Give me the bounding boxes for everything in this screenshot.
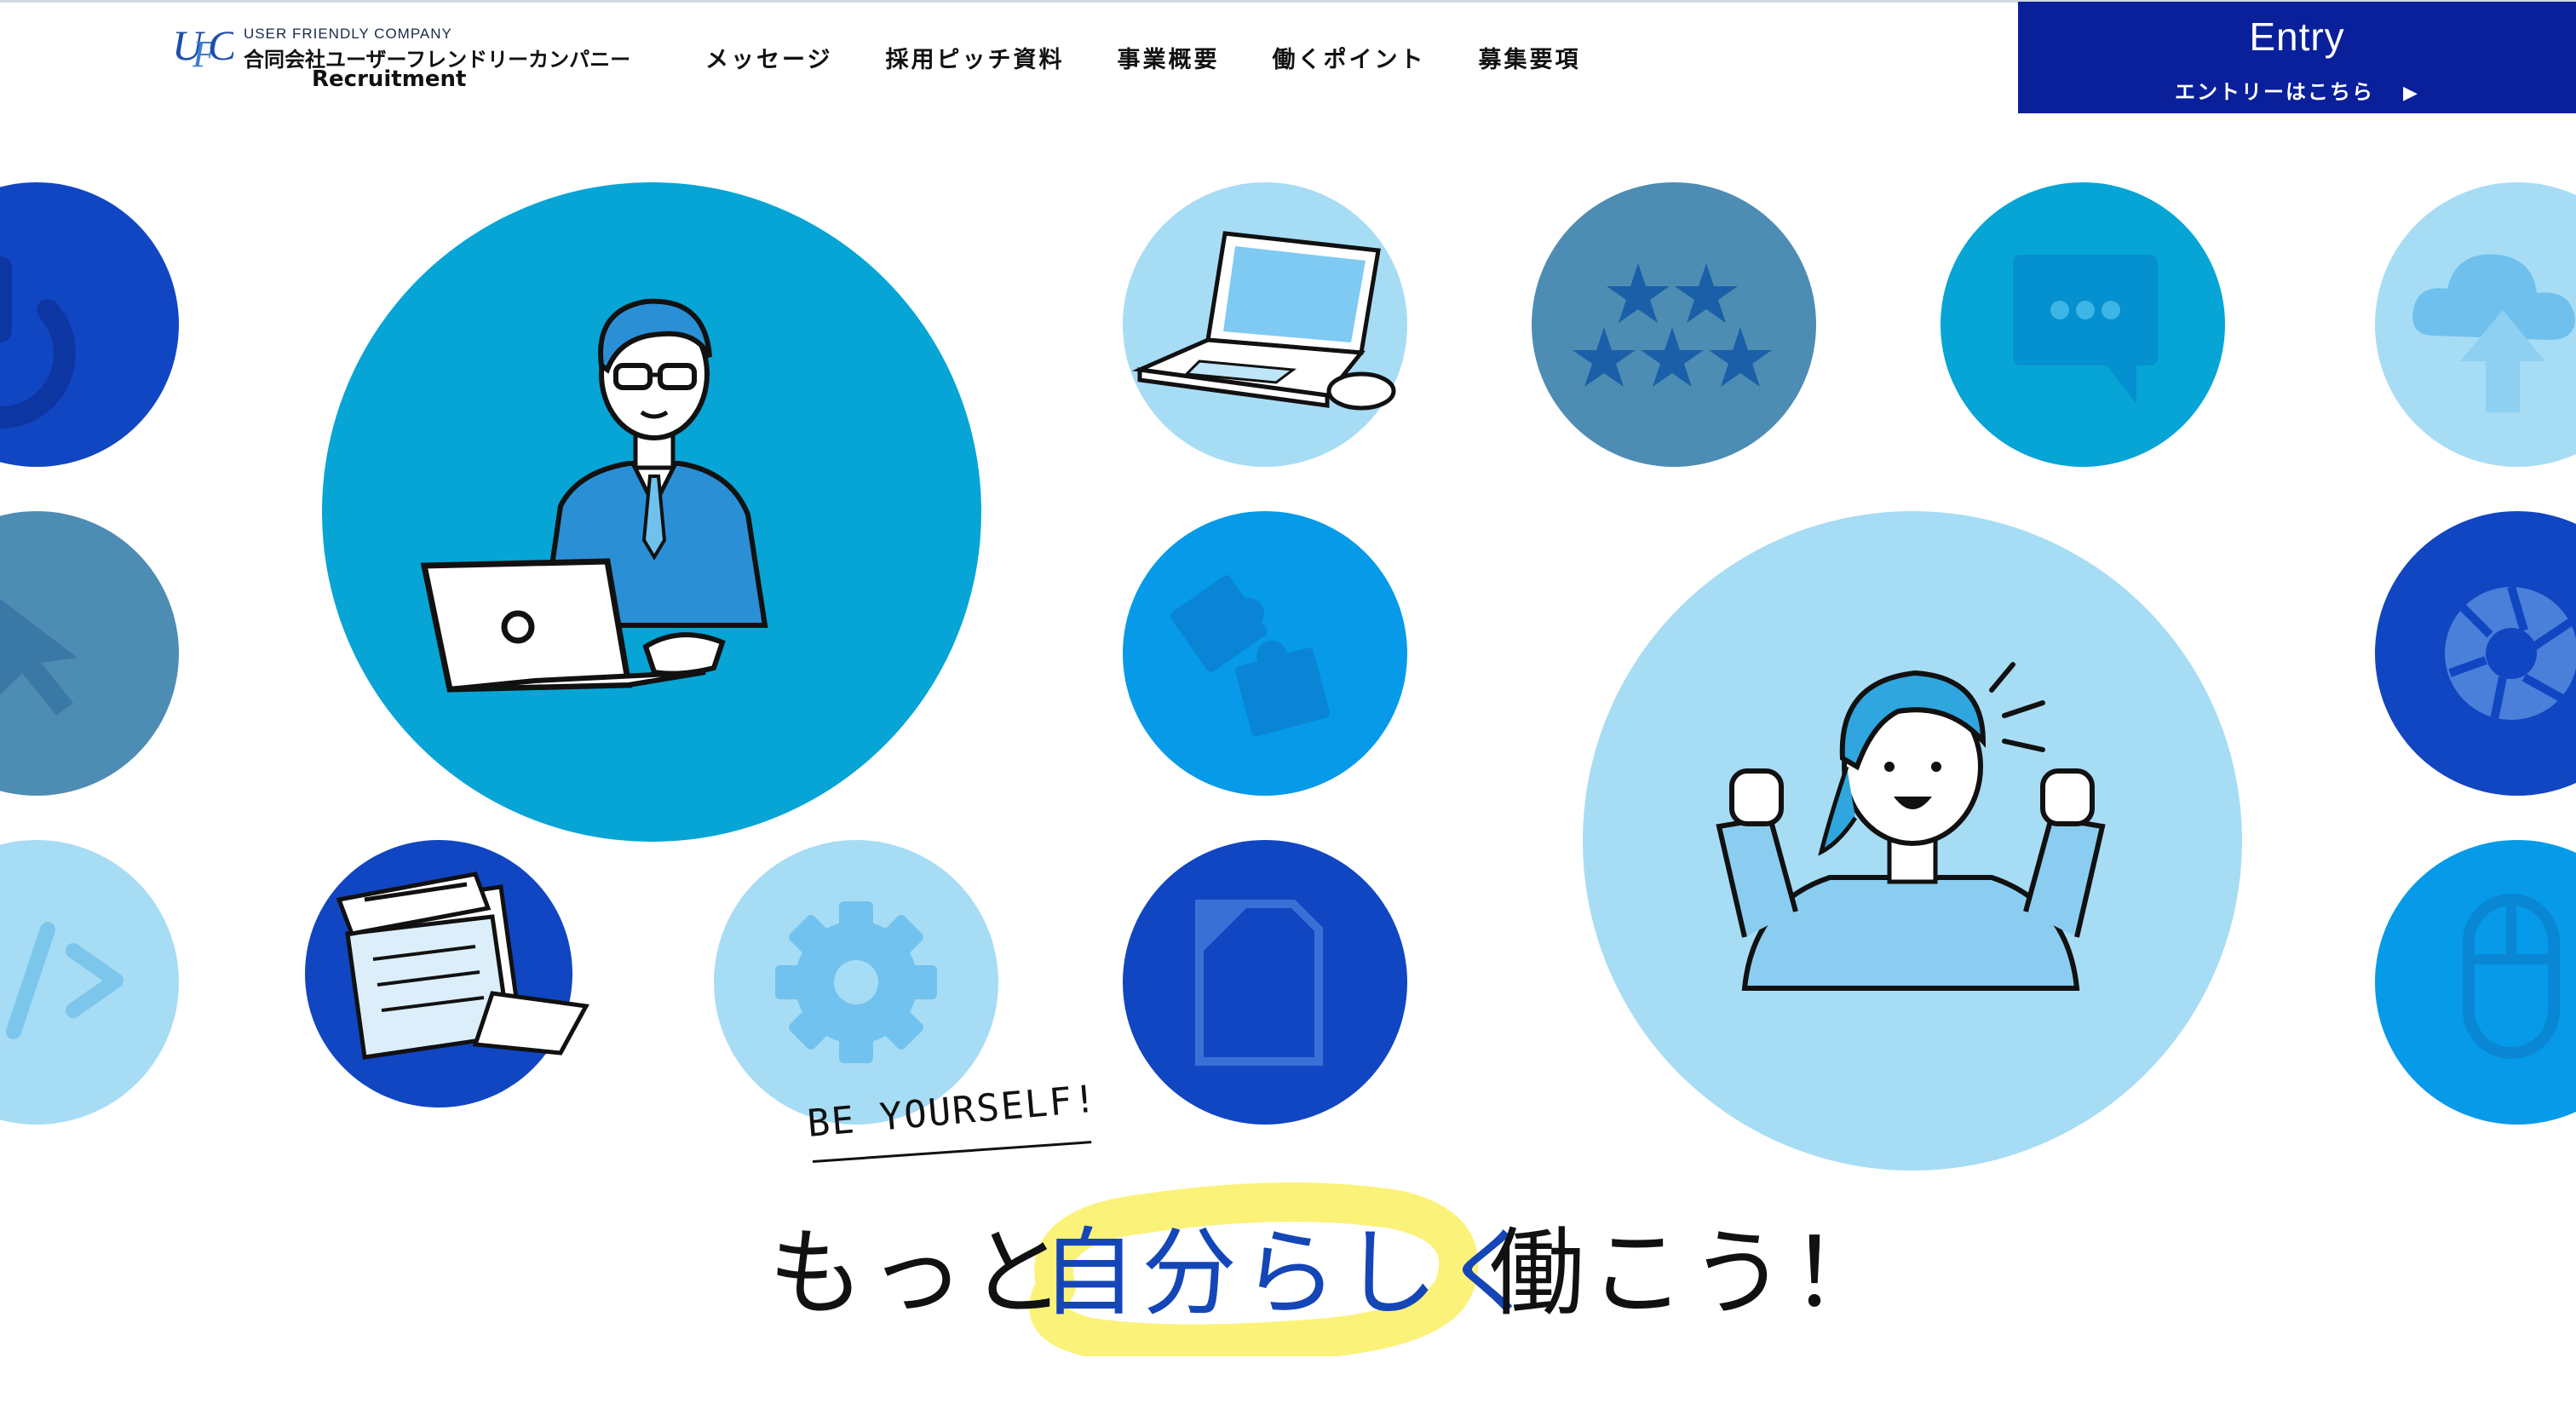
logo-english-name: USER FRIENDLY COMPANY bbox=[244, 26, 452, 42]
stars-icon-circle bbox=[1532, 182, 1816, 467]
cloud-upload-icon-circle bbox=[2375, 182, 2576, 467]
nav-work-points[interactable]: 働くポイント bbox=[1272, 41, 1425, 74]
mouse-icon bbox=[2463, 894, 2560, 1059]
tagline-underline bbox=[812, 1141, 1092, 1163]
chat-icon-circle bbox=[1941, 182, 2225, 467]
laptop-illustration bbox=[1131, 231, 1396, 411]
document-icon-circle bbox=[1123, 840, 1407, 1125]
nav-business-overview[interactable]: 事業概要 bbox=[1117, 41, 1219, 74]
woman-cheering-illustration bbox=[1716, 662, 2106, 991]
camera-shutter-icon bbox=[2445, 585, 2576, 721]
gear-icon bbox=[775, 901, 937, 1063]
nav-pitch-deck[interactable]: 採用ピッチ資料 bbox=[885, 41, 1064, 74]
camera-shutter-icon-circle bbox=[2375, 511, 2576, 796]
woman-cheering-circle bbox=[1583, 511, 2242, 1171]
cursor-icon bbox=[0, 599, 78, 716]
catch-copy-highlight: 自分らしく bbox=[1041, 1218, 1544, 1329]
code-icon bbox=[6, 922, 124, 1039]
company-logo[interactable]: U F C USER FRIENDLY COMPANY 合同会社ユーザーフレンド… bbox=[172, 22, 630, 95]
power-icon-circle bbox=[0, 182, 179, 467]
entry-subtitle-text: エントリーはこちら bbox=[2175, 80, 2375, 104]
puzzle-icon-circle bbox=[1123, 511, 1407, 796]
svg-text:C: C bbox=[208, 22, 233, 69]
catch-copy-part1: もっと bbox=[768, 1218, 1070, 1329]
code-icon-circle bbox=[0, 840, 179, 1125]
businessman-laptop-illustration bbox=[420, 298, 768, 693]
mouse-icon-circle bbox=[2375, 840, 2576, 1125]
document-icon bbox=[1195, 900, 1323, 1066]
nav-job-requirements[interactable]: 募集要項 bbox=[1478, 41, 1580, 74]
main-navigation: メッセージ 採用ピッチ資料 事業概要 働くポイント 募集要項 bbox=[705, 41, 1633, 74]
entry-button[interactable]: Entry エントリーはこちら ▶ bbox=[2018, 2, 2576, 113]
logo-subtitle: Recruitment bbox=[312, 66, 467, 92]
play-arrow-icon: ▶ bbox=[2403, 82, 2419, 104]
stars-icon bbox=[1573, 263, 1772, 387]
entry-subtitle: エントリーはこちら ▶ bbox=[2018, 75, 2576, 105]
nav-message[interactable]: メッセージ bbox=[705, 41, 832, 74]
cursor-icon-circle bbox=[0, 511, 179, 796]
chat-icon bbox=[2013, 255, 2158, 404]
document-stack-illustration bbox=[336, 872, 589, 1060]
entry-title: Entry bbox=[2249, 14, 2345, 59]
puzzle-icon bbox=[1170, 575, 1331, 737]
catch-copy-part3: 働こう！ bbox=[1489, 1218, 1891, 1329]
ufc-logo-icon: U F C bbox=[172, 22, 233, 70]
businessman-circle bbox=[322, 182, 981, 842]
cloud-upload-icon bbox=[2412, 254, 2575, 412]
laptop-circle bbox=[1123, 182, 1407, 467]
power-icon bbox=[0, 256, 76, 429]
gear-icon-circle bbox=[714, 840, 998, 1125]
document-stack-circle bbox=[305, 840, 589, 1107]
